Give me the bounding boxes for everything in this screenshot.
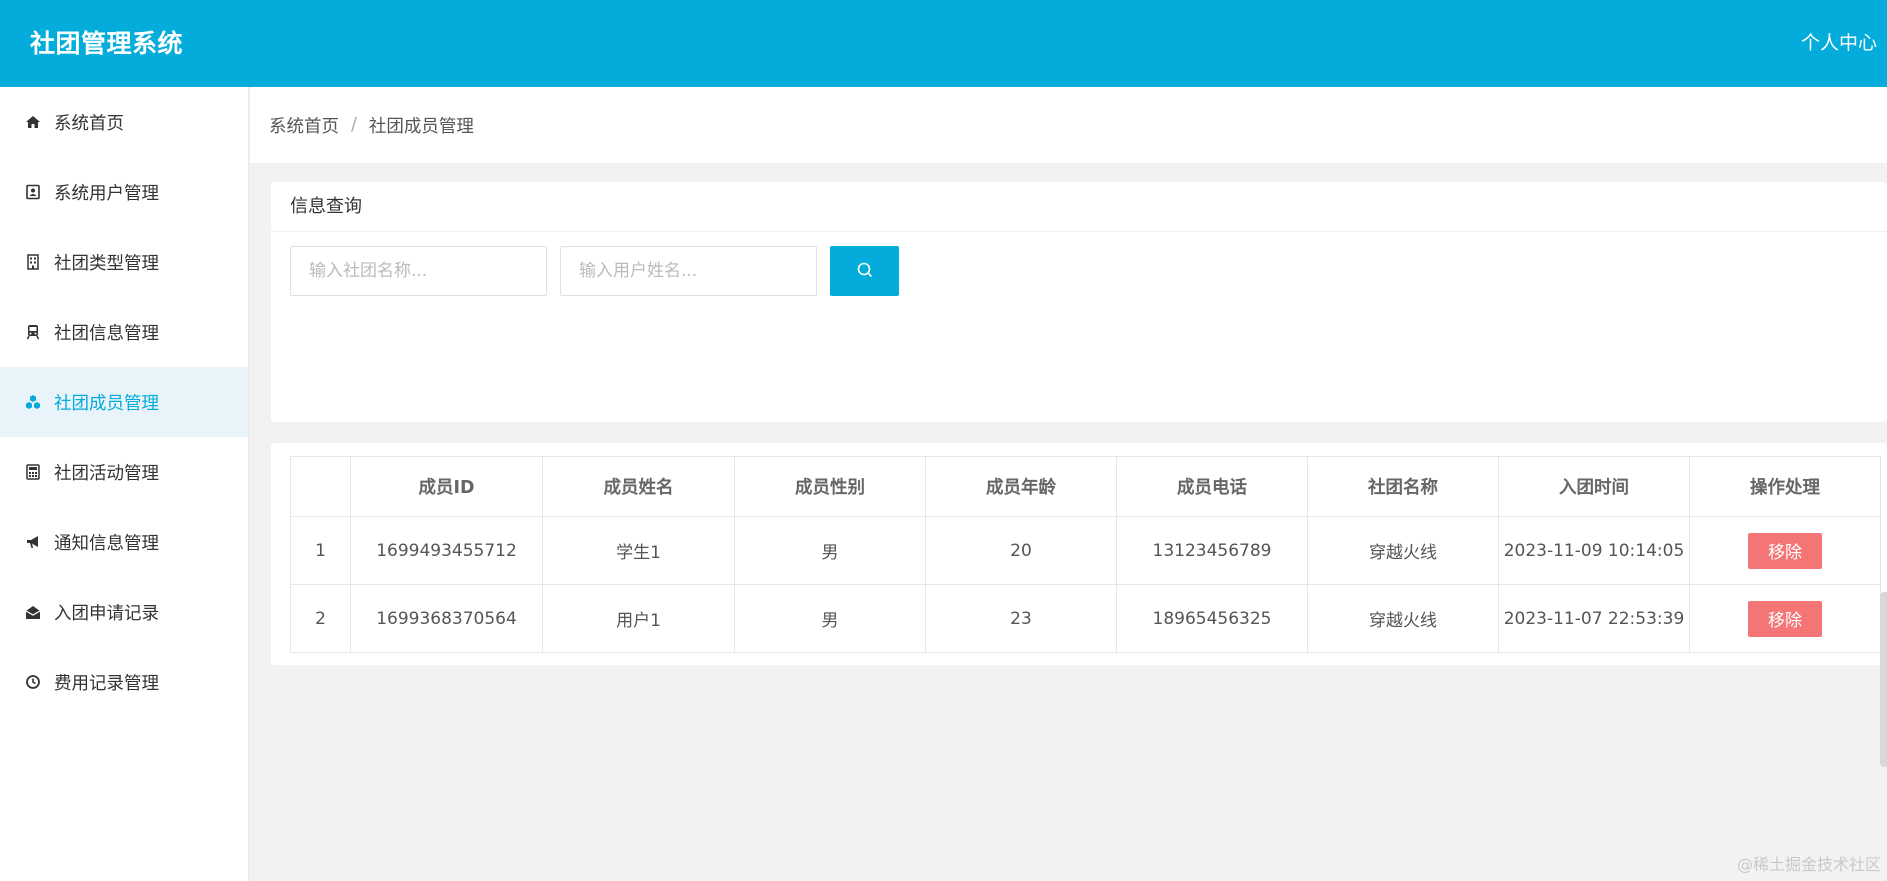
- sidebar-item-notifications[interactable]: 通知信息管理: [0, 507, 248, 577]
- member-phone: 18965456325: [1116, 584, 1308, 653]
- column-header: 操作处理: [1689, 456, 1881, 517]
- search-icon: [856, 261, 874, 282]
- column-header: 入团时间: [1498, 456, 1690, 517]
- members-table: 成员ID 成员姓名 成员性别 成员年龄 成员电话 社团名称 入团时间 操作处理 …: [290, 456, 1881, 653]
- scroll-handle[interactable]: [1880, 592, 1887, 767]
- sidebar-item-label: 社团成员管理: [54, 393, 159, 414]
- member-id: 1699368370564: [350, 584, 543, 653]
- sidebar: 系统首页 系统用户管理 社团类型管理 社团信息管理 社团成员管理 社团活动管理: [0, 87, 249, 881]
- breadcrumb: 系统首页 / 社团成员管理: [250, 87, 1887, 163]
- member-age: 20: [925, 516, 1117, 585]
- table-row: 1 1699493455712 学生1 男 20 13123456789 穿越火…: [290, 516, 1881, 585]
- sidebar-item-label: 系统用户管理: [54, 183, 159, 204]
- search-button[interactable]: [830, 246, 899, 296]
- sidebar-item-fee-records[interactable]: 费用记录管理: [0, 647, 248, 717]
- row-index: 1: [290, 516, 351, 585]
- sidebar-item-system-users[interactable]: 系统用户管理: [0, 157, 248, 227]
- watermark: @稀土掘金技术社区: [1736, 855, 1881, 874]
- breadcrumb-home[interactable]: 系统首页: [269, 113, 339, 138]
- action-cell: 移除: [1689, 516, 1881, 585]
- sidebar-item-label: 入团申请记录: [54, 603, 159, 624]
- query-panel: 信息查询: [271, 182, 1887, 422]
- column-header: 成员年龄: [925, 456, 1117, 517]
- action-cell: 移除: [1689, 584, 1881, 653]
- home-icon: [24, 113, 42, 131]
- query-panel-title: 信息查询: [271, 182, 1887, 232]
- members-table-panel: 成员ID 成员姓名 成员性别 成员年龄 成员电话 社团名称 入团时间 操作处理 …: [271, 443, 1887, 665]
- train-icon: [24, 323, 42, 341]
- table-row: 2 1699368370564 用户1 男 23 18965456325 穿越火…: [290, 584, 1881, 653]
- column-header: 成员电话: [1116, 456, 1308, 517]
- bullhorn-icon: [24, 533, 42, 551]
- clock-icon: [24, 673, 42, 691]
- sidebar-item-label: 通知信息管理: [54, 533, 159, 554]
- member-age: 23: [925, 584, 1117, 653]
- sidebar-item-club-info[interactable]: 社团信息管理: [0, 297, 248, 367]
- query-row: [290, 246, 899, 296]
- row-index: 2: [290, 584, 351, 653]
- sidebar-item-label: 系统首页: [54, 113, 124, 134]
- column-header: 成员姓名: [542, 456, 735, 517]
- sidebar-item-club-activities[interactable]: 社团活动管理: [0, 437, 248, 507]
- remove-button[interactable]: 移除: [1748, 532, 1822, 569]
- user-name-input[interactable]: [560, 246, 817, 296]
- member-id: 1699493455712: [350, 516, 543, 585]
- user-center-link[interactable]: 个人中心: [1801, 0, 1877, 87]
- member-gender: 男: [734, 516, 926, 585]
- join-time: 2023-11-09 10:14:05: [1498, 516, 1690, 585]
- member-gender: 男: [734, 584, 926, 653]
- building-icon: [24, 253, 42, 271]
- column-header: [290, 456, 351, 517]
- top-header: 社团管理系统 个人中心: [0, 0, 1887, 87]
- club-name: 穿越火线: [1307, 584, 1499, 653]
- club-name-input[interactable]: [290, 246, 547, 296]
- breadcrumb-current: 社团成员管理: [368, 116, 474, 137]
- sidebar-item-club-types[interactable]: 社团类型管理: [0, 227, 248, 297]
- sidebar-item-home[interactable]: 系统首页: [0, 87, 248, 157]
- breadcrumb-separator: /: [351, 115, 357, 135]
- envelope-open-icon: [24, 603, 42, 621]
- sidebar-item-label: 社团活动管理: [54, 463, 159, 484]
- calculator-icon: [24, 463, 42, 481]
- sidebar-item-label: 费用记录管理: [54, 673, 159, 694]
- column-header: 成员ID: [350, 456, 543, 517]
- member-name: 用户1: [542, 584, 735, 653]
- remove-button[interactable]: 移除: [1748, 600, 1822, 637]
- join-time: 2023-11-07 22:53:39: [1498, 584, 1690, 653]
- cubes-icon: [24, 393, 42, 411]
- app-title: 社团管理系统: [30, 29, 184, 58]
- sidebar-item-join-requests[interactable]: 入团申请记录: [0, 577, 248, 647]
- club-name: 穿越火线: [1307, 516, 1499, 585]
- main-content: 系统首页 / 社团成员管理 信息查询 成员ID 成员姓名: [250, 87, 1887, 881]
- contact-card-icon: [24, 183, 42, 201]
- member-phone: 13123456789: [1116, 516, 1308, 585]
- sidebar-item-club-members[interactable]: 社团成员管理: [0, 367, 248, 437]
- column-header: 成员性别: [734, 456, 926, 517]
- table-header-row: 成员ID 成员姓名 成员性别 成员年龄 成员电话 社团名称 入团时间 操作处理: [290, 456, 1881, 517]
- column-header: 社团名称: [1307, 456, 1499, 517]
- member-name: 学生1: [542, 516, 735, 585]
- sidebar-item-label: 社团类型管理: [54, 253, 159, 274]
- sidebar-item-label: 社团信息管理: [54, 323, 159, 344]
